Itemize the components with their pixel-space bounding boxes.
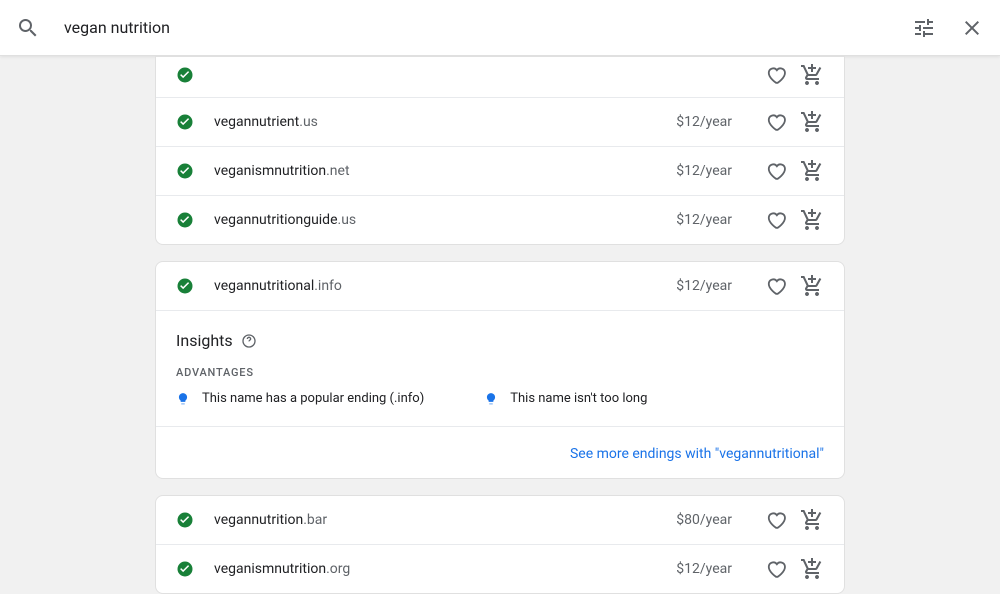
results-group-1: vegannutrient.us $12/year veganismnutrit… [155, 56, 845, 245]
heart-icon[interactable] [764, 508, 788, 532]
domain-name: vegannutrition.bar [214, 512, 676, 528]
heart-icon[interactable] [764, 274, 788, 298]
heart-icon[interactable] [764, 557, 788, 581]
lightbulb-icon [176, 392, 190, 406]
advantage-item: This name isn't too long [484, 391, 647, 406]
advantages-label: Advantages [176, 366, 824, 379]
add-to-cart-icon[interactable] [800, 63, 824, 87]
advantage-item: This name has a popular ending (.info) [176, 391, 424, 406]
tune-icon[interactable] [912, 16, 936, 40]
add-to-cart-icon[interactable] [800, 110, 824, 134]
check-circle-icon [176, 511, 194, 529]
help-icon[interactable] [241, 333, 257, 349]
heart-icon[interactable] [764, 208, 788, 232]
domain-name: veganismnutrition.org [214, 561, 676, 577]
add-to-cart-icon[interactable] [800, 557, 824, 581]
add-to-cart-icon[interactable] [800, 159, 824, 183]
close-icon[interactable] [960, 16, 984, 40]
see-more-link[interactable]: See more endings with "vegannutritional" [570, 446, 824, 462]
domain-price: $12/year [676, 212, 732, 228]
add-to-cart-icon[interactable] [800, 274, 824, 298]
domain-price: $12/year [676, 278, 732, 294]
check-circle-icon [176, 66, 194, 84]
check-circle-icon [176, 162, 194, 180]
domain-price: $80/year [676, 512, 732, 528]
domain-name: veganismnutrition.net [214, 163, 676, 179]
domain-name: vegannutritional.info [214, 278, 676, 294]
heart-icon[interactable] [764, 63, 788, 87]
domain-row[interactable]: vegannutritional.info $12/year [156, 262, 844, 311]
see-more-row: See more endings with "vegannutritional" [156, 427, 844, 478]
check-circle-icon [176, 211, 194, 229]
domain-row[interactable]: veganismnutrition.net $12/year [156, 147, 844, 196]
domain-row[interactable]: vegannutrition.bar $80/year [156, 496, 844, 545]
check-circle-icon [176, 277, 194, 295]
search-bar [0, 0, 1000, 56]
domain-price: $12/year [676, 561, 732, 577]
domain-row[interactable]: vegannutrient.us $12/year [156, 98, 844, 147]
heart-icon[interactable] [764, 159, 788, 183]
domain-row[interactable]: vegannutritionguide.us $12/year [156, 196, 844, 244]
check-circle-icon [176, 113, 194, 131]
results-content: vegannutrient.us $12/year veganismnutrit… [0, 56, 1000, 594]
domain-price: $12/year [676, 163, 732, 179]
check-circle-icon [176, 560, 194, 578]
featured-card: vegannutritional.info $12/year Insights … [155, 261, 845, 479]
results-group-2: vegannutrition.bar $80/year veganismnutr… [155, 495, 845, 594]
domain-name: vegannutrient.us [214, 114, 676, 130]
lightbulb-icon [484, 392, 498, 406]
domain-price: $12/year [676, 114, 732, 130]
insights-section: Insights Advantages This name has a popu… [156, 311, 844, 427]
insights-title: Insights [176, 331, 233, 350]
add-to-cart-icon[interactable] [800, 508, 824, 532]
search-icon [16, 16, 40, 40]
domain-row[interactable] [156, 57, 844, 98]
search-input[interactable] [64, 18, 912, 37]
domain-row[interactable]: veganismnutrition.org $12/year [156, 545, 844, 593]
heart-icon[interactable] [764, 110, 788, 134]
domain-name: vegannutritionguide.us [214, 212, 676, 228]
add-to-cart-icon[interactable] [800, 208, 824, 232]
